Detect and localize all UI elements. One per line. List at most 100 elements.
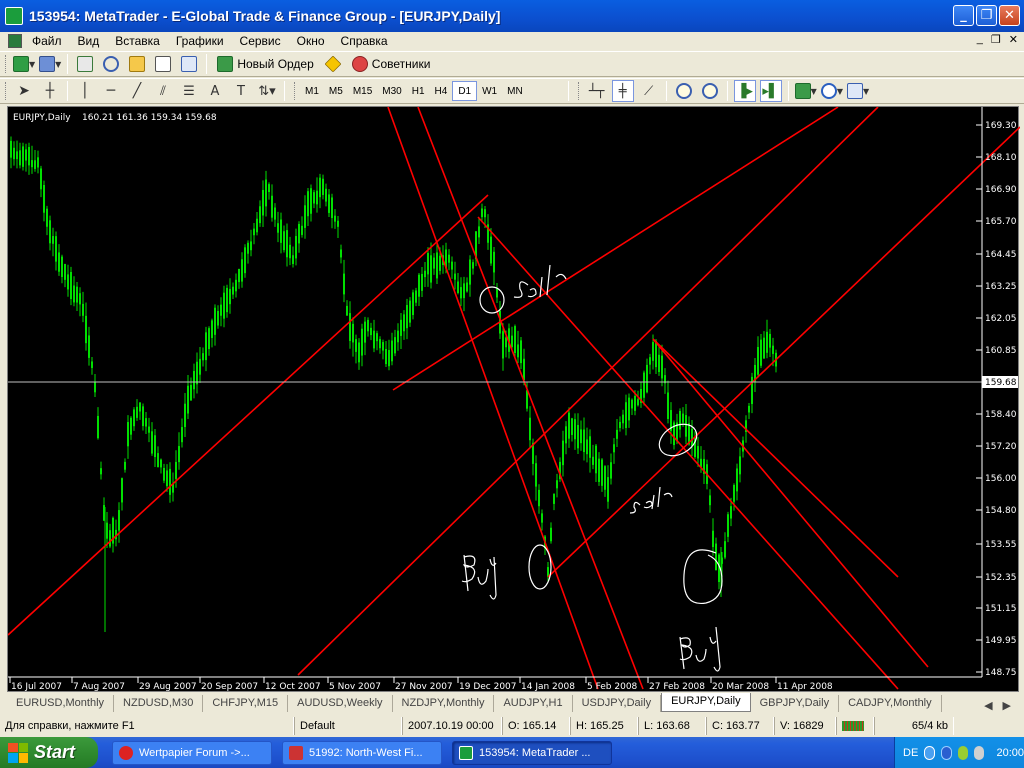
close-button[interactable]: ✕ [999, 5, 1020, 26]
expert-advisors-button[interactable]: Советники [348, 53, 435, 75]
title-bar[interactable]: 153954: MetaTrader - E-Global Trade & Fi… [0, 0, 1024, 32]
profiles-button[interactable]: ▼ [39, 53, 61, 75]
candle-body [229, 288, 231, 305]
timeframe-mn[interactable]: MN [502, 81, 528, 101]
volume-icon[interactable] [974, 745, 985, 760]
chart-shift-button[interactable]: ▸▌ [759, 80, 782, 102]
new-chart-button[interactable]: ▼ [13, 53, 35, 75]
tab-audjpy-h1[interactable]: AUDJPY,H1 [494, 695, 573, 712]
menu-help[interactable]: Справка [335, 34, 394, 48]
windows-logo-icon [8, 742, 28, 763]
menu-insert[interactable]: Вставка [109, 34, 166, 48]
horizontal-line-tool[interactable]: ─ [100, 80, 122, 102]
terminal-button[interactable] [152, 53, 174, 75]
timeframe-m15[interactable]: M15 [348, 81, 377, 101]
tab-eurusd-monthly[interactable]: EURUSD,Monthly [7, 695, 115, 712]
tab-usdjpy-daily[interactable]: USDJPY,Daily [573, 695, 662, 712]
mdi-close-button[interactable]: ✕ [1009, 33, 1018, 46]
tab-nzdusd-m30[interactable]: NZDUSD,M30 [114, 695, 204, 712]
data-window-button[interactable] [100, 53, 122, 75]
tab-audusd-weekly[interactable]: AUDUSD,Weekly [288, 695, 393, 712]
candle-body [454, 273, 456, 280]
taskbar-item-metatrader[interactable]: 153954: MetaTrader ... [452, 740, 612, 765]
zoom-out-button[interactable] [699, 80, 721, 102]
eurjpy-daily-chart[interactable]: 169.30 168.10 166.90 165.70 164.45 163.25 162.… [8, 107, 1020, 693]
candle-body [610, 462, 612, 479]
tab-nzdjpy-monthly[interactable]: NZDJPY,Monthly [393, 695, 495, 712]
timeframe-d1[interactable]: D1 [452, 81, 478, 101]
toolbar-grip[interactable] [577, 82, 581, 100]
menu-view[interactable]: Вид [72, 34, 106, 48]
menu-file[interactable]: Файл [26, 34, 68, 48]
mdi-restore-button[interactable]: ❐ [991, 33, 1001, 46]
menu-window[interactable]: Окно [291, 34, 331, 48]
taskbar-item-northwest[interactable]: 51992: North-West Fi... [282, 740, 442, 765]
menu-tools[interactable]: Сервис [234, 34, 287, 48]
tab-scroll-right-icon[interactable]: ▶ [1003, 699, 1011, 712]
chart-area[interactable]: 169.30 168.10 166.90 165.70 164.45 163.25 162.… [7, 106, 1020, 693]
navigator-button[interactable] [126, 53, 148, 75]
mdi-minimize-button[interactable]: _ [977, 33, 983, 46]
candlestick-chart-button[interactable]: ╪ [611, 80, 634, 102]
timeframe-m1[interactable]: M1 [300, 81, 324, 101]
date-tick-label: 16 Jul 2007 [11, 682, 62, 692]
toolbar-grip[interactable] [5, 82, 8, 100]
cursor-tool[interactable]: ➤ [13, 80, 35, 102]
candle-body [175, 461, 177, 479]
menu-charts[interactable]: Графики [170, 34, 230, 48]
timeframe-m5[interactable]: M5 [324, 81, 348, 101]
minimize-button[interactable]: _ [953, 5, 974, 26]
equidistant-channel-tool[interactable]: ⫽ [152, 80, 174, 102]
indicators-button[interactable]: ▼ [794, 80, 817, 102]
periods-button[interactable]: ▼ [820, 80, 843, 102]
candle-body [493, 251, 495, 273]
language-indicator[interactable]: DE [903, 747, 918, 759]
candle-body [391, 340, 393, 362]
bar-chart-button[interactable]: ┴┬ [586, 80, 608, 102]
alert-button[interactable] [322, 53, 344, 75]
toolbar-grip[interactable] [294, 82, 297, 100]
market-watch-button[interactable] [74, 53, 96, 75]
maximize-button[interactable]: ❐ [976, 5, 997, 26]
toolbar-grip[interactable] [5, 55, 8, 73]
vertical-line-tool[interactable]: │ [74, 80, 96, 102]
tray-arrow-icon[interactable] [924, 745, 936, 760]
tab-eurjpy-daily[interactable]: EURJPY,Daily [661, 693, 751, 712]
taskbar-item-wertpapier[interactable]: Wertpapier Forum ->... [112, 740, 272, 765]
bluetooth-icon[interactable] [941, 745, 952, 760]
tab-chfjpy-m15[interactable]: CHFJPY,M15 [203, 695, 289, 712]
network-icon[interactable] [957, 745, 969, 760]
text-label-tool[interactable]: T [230, 80, 252, 102]
candle-body [658, 354, 660, 373]
browser-icon [289, 745, 303, 760]
auto-scroll-button[interactable]: ▐▸ [733, 80, 756, 102]
strategy-tester-button[interactable] [178, 53, 200, 75]
candle-body [196, 361, 198, 385]
crosshair-tool[interactable]: ┼ [39, 80, 61, 102]
chart-window-icon[interactable] [8, 34, 22, 48]
text-tool[interactable]: A [204, 80, 226, 102]
arrows-tool[interactable]: ⇅▾ [256, 80, 278, 102]
tab-scroll-left-icon[interactable]: ◀ [984, 699, 992, 712]
fibonacci-tool[interactable]: ☰ [178, 80, 200, 102]
new-order-button[interactable]: Новый Ордер [213, 53, 317, 75]
timeframe-h4[interactable]: H4 [430, 81, 453, 101]
candle-body [238, 268, 240, 283]
templates-button[interactable]: ▼ [846, 80, 869, 102]
timeframe-w1[interactable]: W1 [477, 81, 502, 101]
start-button[interactable]: Start [0, 737, 98, 768]
candle-body [310, 188, 312, 214]
tab-cadjpy-monthly[interactable]: CADJPY,Monthly [839, 695, 942, 712]
trendline-tool[interactable]: ╱ [126, 80, 148, 102]
charts-toolbar: ➤ ┼ │ ─ ╱ ⫽ ☰ A T ⇅▾ M1 M5 M15 M30 H1 H4… [0, 78, 1024, 104]
date-tick-label: 27 Nov 2007 [395, 682, 453, 692]
tab-gbpjpy-daily[interactable]: GBPJPY,Daily [751, 695, 840, 712]
timeframe-m30[interactable]: M30 [377, 81, 406, 101]
line-chart-button[interactable]: ⟋ [638, 80, 660, 102]
zoom-in-button[interactable] [673, 80, 695, 102]
connection-status-icon[interactable] [836, 717, 874, 735]
candle-body [211, 320, 213, 338]
candle-body [679, 410, 681, 430]
candle-body [568, 412, 570, 439]
timeframe-h1[interactable]: H1 [407, 81, 430, 101]
